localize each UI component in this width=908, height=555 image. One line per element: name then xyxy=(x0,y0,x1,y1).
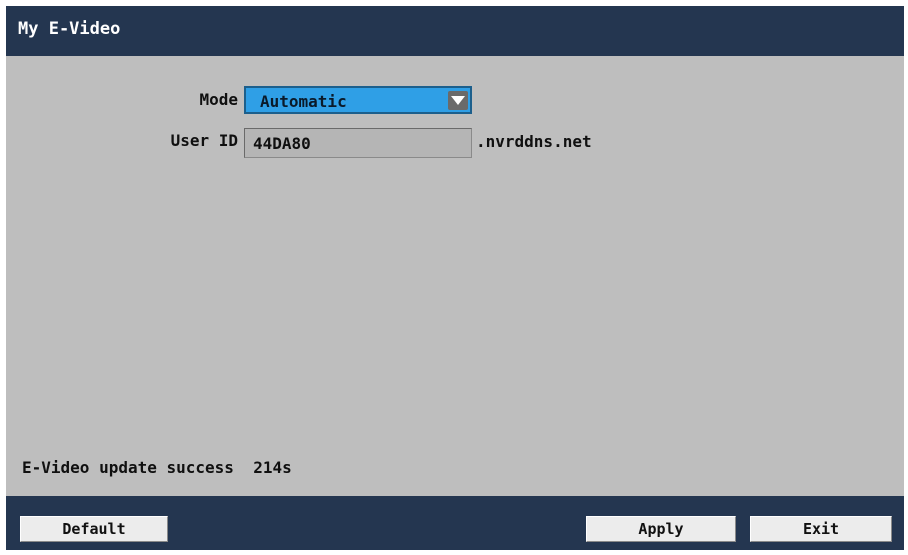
mode-selected-value: Automatic xyxy=(260,92,347,111)
mode-dropdown[interactable]: Automatic xyxy=(244,86,472,114)
button-bar: Default Apply Exit xyxy=(6,496,904,550)
chevron-down-icon[interactable] xyxy=(448,91,468,110)
user-id-label: User ID xyxy=(170,131,238,150)
window-title: My E-Video xyxy=(18,19,121,39)
e-video-dialog: My E-Video Mode Automatic User ID .nvrdd… xyxy=(6,6,904,550)
update-status: E-Video update success 214s xyxy=(22,458,292,477)
exit-button[interactable]: Exit xyxy=(750,516,892,542)
settings-panel: Mode Automatic User ID .nvrddns.net E-Vi… xyxy=(6,56,904,496)
mode-label: Mode xyxy=(199,90,238,109)
user-id-field[interactable] xyxy=(244,128,472,158)
title-bar: My E-Video xyxy=(6,6,904,56)
apply-button[interactable]: Apply xyxy=(586,516,736,542)
default-button[interactable]: Default xyxy=(20,516,168,542)
domain-suffix: .nvrddns.net xyxy=(476,132,592,151)
